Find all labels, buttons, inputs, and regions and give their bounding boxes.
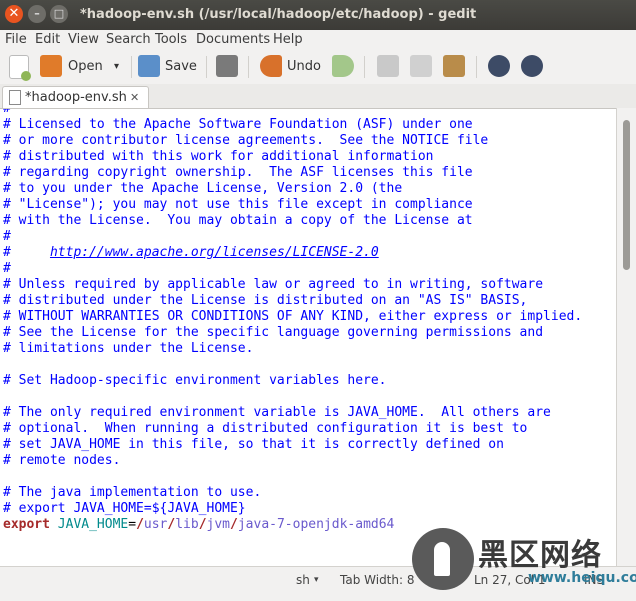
code-line: # Unless required by applicable law or a…: [3, 277, 544, 292]
code-line: # or more contributor license agreements…: [3, 133, 489, 148]
search-replace-icon[interactable]: [521, 55, 543, 77]
tab-hadoop-env[interactable]: *hadoop-env.sh ✕: [2, 86, 149, 109]
menu-tools[interactable]: Tools: [155, 30, 187, 50]
tab-label: *hadoop-env.sh: [25, 90, 127, 105]
path-part: usr: [143, 517, 168, 532]
maximize-window-button[interactable]: □: [50, 5, 68, 23]
code-line: # optional. When running a distributed c…: [3, 421, 528, 436]
path-sep: /: [230, 517, 238, 532]
tab-width-selector[interactable]: Tab Width: 8: [340, 567, 414, 601]
close-window-button[interactable]: ✕: [5, 5, 23, 23]
scrollbar-thumb[interactable]: [623, 120, 630, 270]
comment-prefix: #: [3, 245, 50, 260]
toolbar-separator: [248, 56, 249, 78]
code-line: # Set Hadoop-specific environment variab…: [3, 373, 387, 388]
watermark-logo-icon: [412, 528, 474, 590]
export-keyword: export: [3, 517, 50, 532]
menu-help[interactable]: Help: [273, 30, 303, 50]
code-line: # with the License. You may obtain a cop…: [3, 213, 473, 228]
open-button[interactable]: Open: [68, 50, 103, 84]
undo-button[interactable]: Undo: [287, 50, 321, 84]
document-icon: [9, 90, 21, 105]
path-sep: /: [198, 517, 207, 532]
code-line: # The only required environment variable…: [3, 405, 551, 420]
toolbar-separator: [364, 56, 365, 78]
text-editor[interactable]: # # Licensed to the Apache Software Foun…: [0, 108, 616, 567]
copy-icon[interactable]: [410, 55, 432, 77]
code-line: #: [3, 108, 11, 116]
code-line: #: [3, 261, 11, 276]
watermark-url: www.heiqu.com: [528, 570, 636, 586]
code-line: # distributed under the License is distr…: [3, 293, 528, 308]
paste-icon[interactable]: [443, 55, 465, 77]
print-icon[interactable]: [216, 55, 238, 77]
undo-icon[interactable]: [260, 55, 282, 77]
code-line: # Licensed to the Apache Software Founda…: [3, 117, 473, 132]
code-line: # remote nodes.: [3, 453, 121, 468]
code-line: # set JAVA_HOME in this file, so that it…: [3, 437, 504, 452]
minimize-window-button[interactable]: –: [28, 5, 46, 23]
toolbar-separator: [476, 56, 477, 78]
code-view[interactable]: # # Licensed to the Apache Software Foun…: [3, 108, 583, 533]
code-line: # distributed with this work for additio…: [3, 149, 434, 164]
code-line: # export JAVA_HOME=${JAVA_HOME}: [3, 501, 246, 516]
close-tab-icon[interactable]: ✕: [130, 87, 139, 109]
code-line: #: [3, 229, 11, 244]
title-bar[interactable]: ✕ – □ *hadoop-env.sh (/usr/local/hadoop/…: [0, 0, 636, 30]
toolbar: Open ▾ Save Undo: [0, 50, 636, 85]
open-recent-arrow-icon[interactable]: ▾: [114, 50, 119, 84]
new-document-icon[interactable]: [9, 55, 31, 81]
gedit-window: ✕ – □ *hadoop-env.sh (/usr/local/hadoop/…: [0, 0, 636, 601]
path-part: jvm: [206, 517, 231, 532]
menu-search[interactable]: Search: [106, 30, 151, 50]
code-line: # limitations under the License.: [3, 341, 254, 356]
search-icon[interactable]: [488, 55, 510, 77]
language-selector[interactable]: sh: [296, 567, 310, 601]
export-line: export JAVA_HOME=/usr/lib/jvm/java-7-ope…: [3, 517, 394, 532]
code-line: # to you under the Apache License, Versi…: [3, 181, 403, 196]
export-variable: JAVA_HOME: [49, 517, 129, 532]
open-folder-icon[interactable]: [40, 55, 62, 77]
path-sep: /: [136, 517, 144, 532]
redo-icon[interactable]: [332, 55, 354, 77]
code-line: # See the License for the specific langu…: [3, 325, 544, 340]
menu-file[interactable]: File: [5, 30, 27, 50]
save-button[interactable]: Save: [165, 50, 197, 84]
menu-edit[interactable]: Edit: [35, 30, 60, 50]
watermark: 黑区网络 www.heiqu.com: [408, 522, 636, 600]
license-url-link[interactable]: http://www.apache.org/licenses/LICENSE-2…: [50, 245, 379, 260]
path-part: lib: [175, 517, 199, 532]
code-line: # WITHOUT WARRANTIES OR CONDITIONS OF AN…: [3, 309, 583, 324]
toolbar-separator: [131, 56, 132, 78]
window-title: *hadoop-env.sh (/usr/local/hadoop/etc/ha…: [80, 7, 477, 22]
plus-badge-icon: [21, 71, 31, 81]
menu-documents[interactable]: Documents: [196, 30, 270, 50]
tab-strip: *hadoop-env.sh ✕: [0, 84, 636, 109]
vertical-scrollbar[interactable]: [616, 108, 636, 566]
code-line: # regarding copyright ownership. The ASF…: [3, 165, 473, 180]
toolbar-separator: [206, 56, 207, 78]
code-line: # The java implementation to use.: [3, 485, 262, 500]
watermark-text: 黑区网络: [478, 538, 602, 573]
save-icon[interactable]: [138, 55, 160, 77]
language-arrow-icon[interactable]: ▾: [314, 567, 319, 601]
path-part: java-7-openjdk-amd64: [237, 517, 395, 532]
menu-view[interactable]: View: [68, 30, 99, 50]
code-line: # http://www.apache.org/licenses/LICENSE…: [3, 245, 379, 260]
menu-bar: File Edit View Search Tools Documents He…: [0, 30, 636, 50]
cut-icon[interactable]: [377, 55, 399, 77]
code-line: # "License"); you may not use this file …: [3, 197, 473, 212]
export-equals: =: [128, 517, 137, 532]
